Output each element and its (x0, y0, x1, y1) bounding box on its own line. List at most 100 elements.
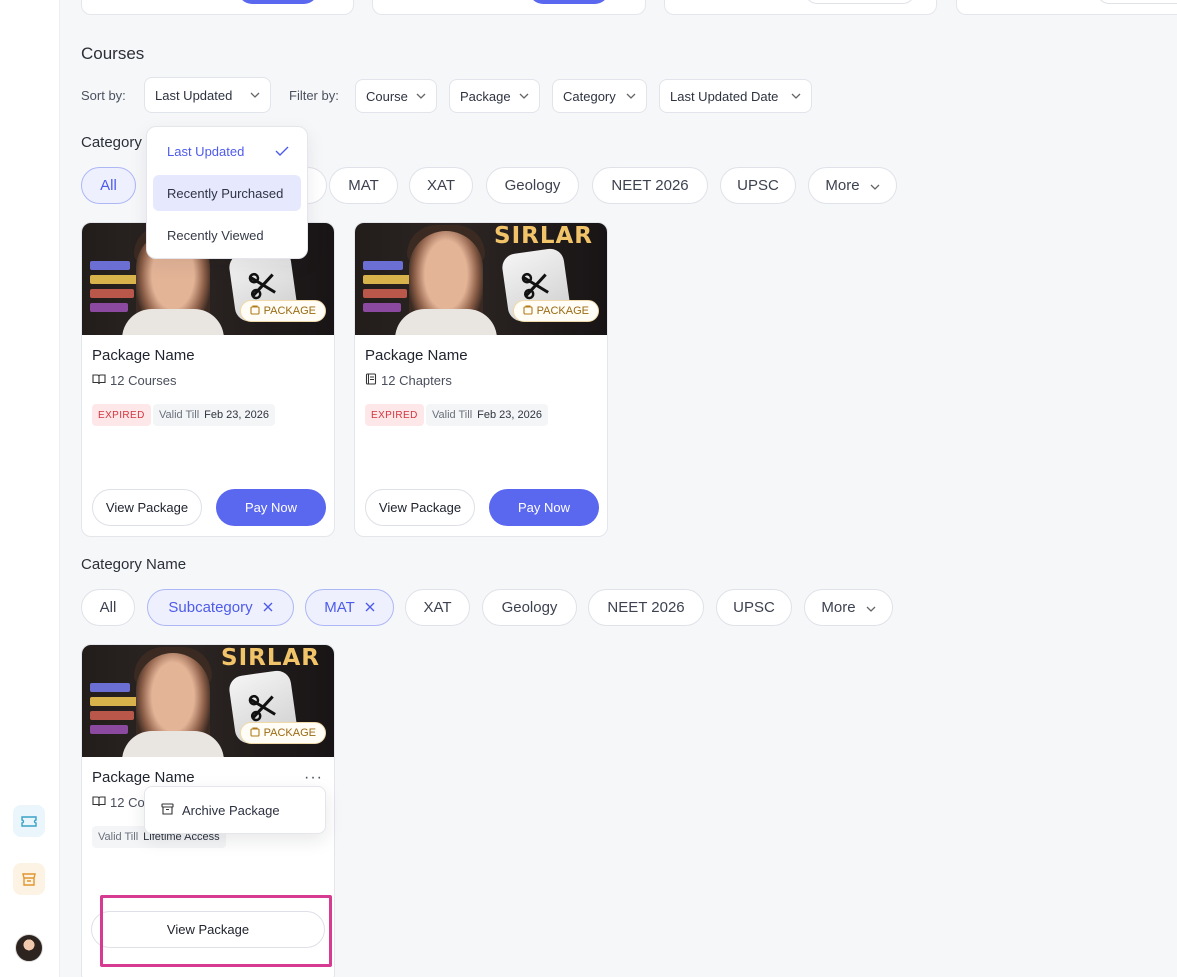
top-card-stub (956, 0, 1177, 15)
chip-more-label: More (821, 599, 856, 616)
chip-geology[interactable]: Geology (482, 589, 577, 626)
validity-tag: Valid Till Feb 23, 2026 (153, 404, 275, 426)
book-open-icon (92, 795, 106, 810)
chip-more[interactable]: More (804, 589, 893, 626)
page-title: Courses (81, 44, 145, 63)
left-rail (0, 0, 60, 977)
chip-upsc[interactable]: UPSC (720, 167, 796, 204)
top-card-stub (664, 0, 937, 15)
package-title: Package Name (365, 347, 468, 364)
status-badge: EXPIRED (92, 404, 151, 426)
validity-value: Feb 23, 2026 (204, 409, 269, 421)
avatar[interactable] (15, 934, 43, 962)
filter-course-dropdown[interactable]: Course (355, 79, 437, 113)
chip-mat[interactable]: MAT (329, 167, 398, 204)
top-card-stub (81, 0, 354, 15)
chip-more[interactable]: More (808, 167, 897, 204)
filter-package-dropdown[interactable]: Package (449, 79, 540, 113)
sort-label: Sort by: (81, 88, 126, 103)
validity-label: Valid Till (159, 409, 200, 421)
brand-text: SIRLAR (221, 645, 320, 671)
chip-xat[interactable]: XAT (409, 167, 473, 204)
archive-package-label: Archive Package (182, 802, 280, 818)
filter-label: Filter by: (289, 88, 339, 103)
chip-mat[interactable]: MAT (305, 589, 394, 626)
chip-all[interactable]: All (81, 167, 136, 204)
package-meta-text: 12 Chapters (381, 373, 452, 388)
package-badge-label: PACKAGE (536, 305, 589, 317)
package-card[interactable]: SIRLAR PACKAGE Package Name 12 Chapters … (354, 222, 608, 537)
archive-package-menu-item[interactable]: Archive Package (144, 786, 326, 834)
sort-option-recently-purchased[interactable]: Recently Purchased (153, 175, 301, 211)
package-icon (250, 726, 260, 740)
more-options-icon[interactable]: ··· (304, 769, 323, 787)
filter-date-dropdown[interactable]: Last Updated Date (659, 79, 812, 113)
package-card[interactable]: PACKAGE Package Name 12 Courses EXPIRED … (81, 222, 335, 537)
chip-mat-label: MAT (324, 599, 355, 616)
package-badge-label: PACKAGE (263, 727, 316, 739)
package-title: Package Name (92, 347, 195, 364)
package-thumbnail: SIRLAR PACKAGE (82, 645, 334, 757)
package-meta: 12 Co (92, 795, 145, 810)
package-meta: 12 Chapters (365, 373, 452, 388)
validity-label: Valid Till (432, 409, 473, 421)
chip-neet[interactable]: NEET 2026 (592, 167, 708, 204)
package-badge: PACKAGE (239, 722, 326, 744)
brand-text: SIRLAR (494, 223, 593, 249)
chip-all[interactable]: All (81, 589, 135, 626)
package-icon (250, 304, 260, 318)
package-badge: PACKAGE (512, 300, 599, 322)
validity-label: Valid Till (98, 831, 139, 843)
chevron-down-icon (519, 91, 529, 101)
book-open-icon (92, 373, 106, 388)
check-icon (275, 144, 289, 159)
sort-option-label: Last Updated (167, 143, 245, 159)
package-meta-text: 12 Co (110, 795, 145, 810)
package-meta-text: 12 Courses (110, 373, 177, 388)
chip-upsc[interactable]: UPSC (716, 589, 792, 626)
sort-menu: Last Updated Recently Purchased Recently… (146, 126, 308, 259)
package-icon (523, 304, 533, 318)
chip-xat[interactable]: XAT (405, 589, 470, 626)
top-card-stub (372, 0, 646, 15)
package-title: Package Name (92, 769, 195, 786)
filter-category-label: Category (563, 88, 616, 104)
chip-subcategory[interactable]: Subcategory (147, 589, 294, 626)
filter-course-label: Course (366, 88, 408, 104)
sort-option-last-updated[interactable]: Last Updated (153, 133, 301, 169)
pay-now-button[interactable]: Pay Now (216, 489, 326, 526)
view-package-button[interactable]: View Package (365, 489, 475, 526)
book-icon (365, 373, 377, 388)
chevron-down-icon (791, 91, 801, 101)
close-icon[interactable] (263, 599, 273, 616)
validity-value: Feb 23, 2026 (477, 409, 542, 421)
sort-dropdown[interactable]: Last Updated (144, 77, 271, 113)
pay-now-button[interactable]: Pay Now (489, 489, 599, 526)
chevron-down-icon (866, 599, 876, 616)
sort-option-recently-viewed[interactable]: Recently Viewed (153, 217, 301, 253)
category-name-title: Category Name (81, 556, 187, 573)
validity-tag: Valid Till Feb 23, 2026 (426, 404, 548, 426)
chevron-down-icon (250, 90, 260, 100)
sort-value: Last Updated (155, 87, 233, 103)
chevron-down-icon (626, 91, 636, 101)
category-title: Category (81, 134, 142, 151)
chip-subcategory-label: Subcategory (168, 599, 253, 616)
close-icon[interactable] (365, 599, 375, 616)
ticket-icon[interactable] (13, 805, 45, 837)
filter-category-dropdown[interactable]: Category (552, 79, 647, 113)
status-badge: EXPIRED (365, 404, 424, 426)
package-badge-label: PACKAGE (263, 305, 316, 317)
package-meta: 12 Courses (92, 373, 176, 388)
store-icon[interactable] (13, 863, 45, 895)
chevron-down-icon (870, 177, 880, 194)
filter-package-label: Package (460, 88, 511, 104)
package-badge: PACKAGE (239, 300, 326, 322)
chip-geology[interactable]: Geology (486, 167, 579, 204)
filter-date-label: Last Updated Date (670, 88, 779, 104)
archive-icon (161, 802, 174, 818)
chevron-down-icon (416, 91, 426, 101)
view-package-button[interactable]: View Package (92, 489, 202, 526)
chip-more-label: More (825, 177, 860, 194)
chip-neet[interactable]: NEET 2026 (588, 589, 704, 626)
